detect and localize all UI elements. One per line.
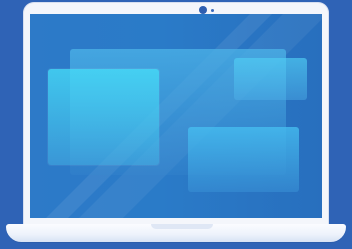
window-panel-bottom-right xyxy=(188,127,299,192)
laptop-base xyxy=(6,224,346,242)
camera-indicator-dot xyxy=(211,9,214,12)
camera-icon xyxy=(199,6,207,14)
laptop-screen xyxy=(30,14,322,218)
window-panel-left xyxy=(48,69,159,165)
laptop-illustration xyxy=(0,0,352,249)
window-panel-top-right xyxy=(234,58,307,100)
trackpad-notch xyxy=(151,224,213,229)
